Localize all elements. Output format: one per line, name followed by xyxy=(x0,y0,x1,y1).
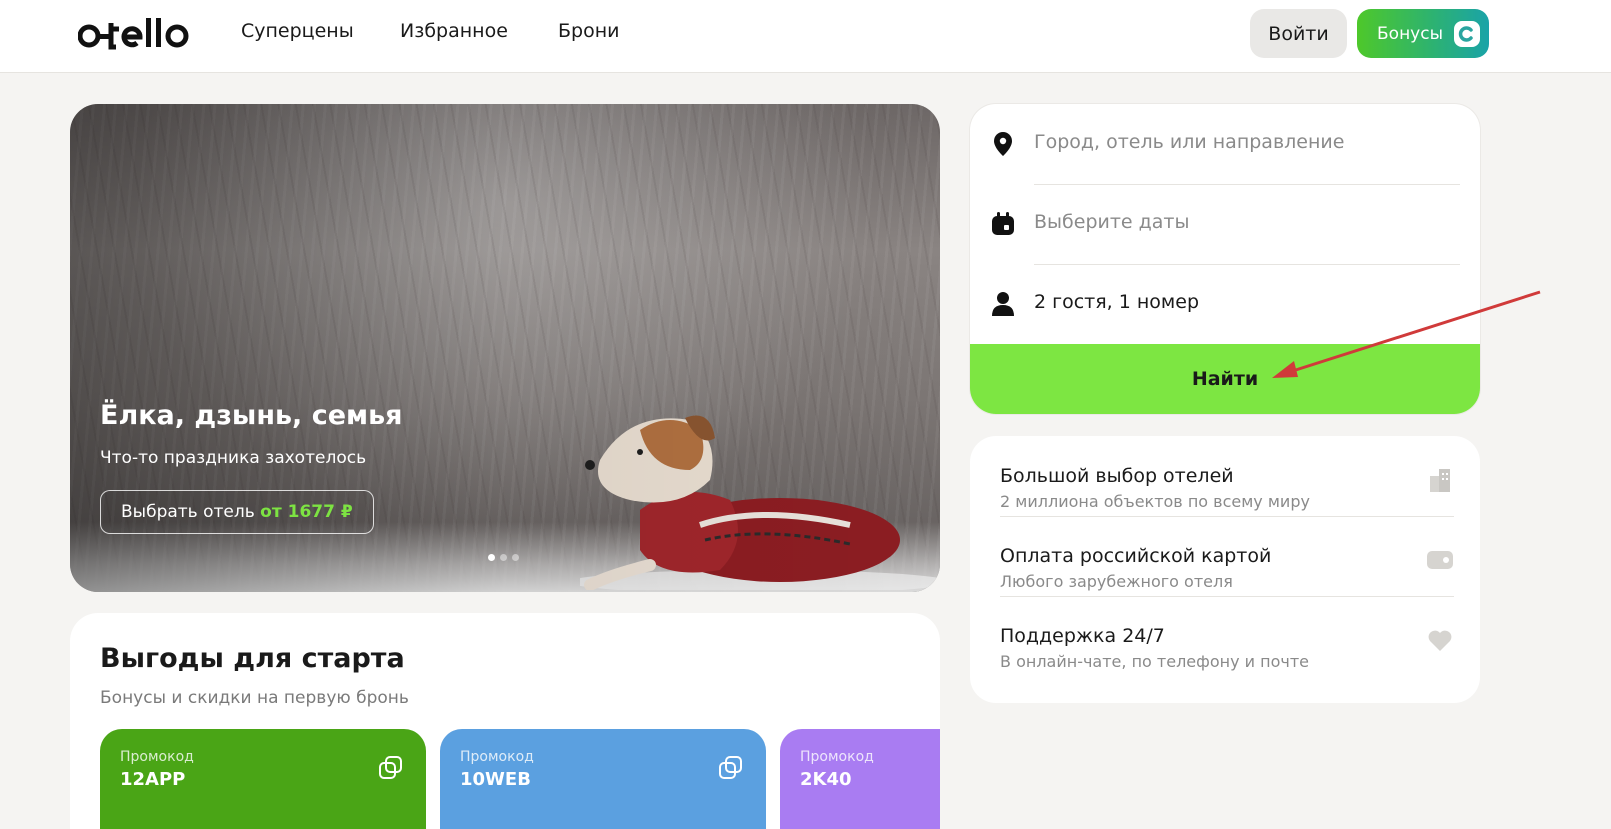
promo-label: Промокод xyxy=(460,749,534,765)
login-button[interactable]: Войти xyxy=(1250,9,1347,58)
feature-title: Поддержка 24/7 xyxy=(1000,625,1165,647)
feature-item: Большой выбор отелей 2 миллиона объектов… xyxy=(1000,436,1454,516)
hero-banner[interactable]: Ёлка, дзынь, семья Что-то праздника захо… xyxy=(70,104,940,592)
buildings-icon xyxy=(1430,469,1450,492)
bonus-c-icon xyxy=(1454,21,1480,47)
guests-field[interactable]: 2 гостя, 1 номер xyxy=(970,264,1480,344)
benefits-section: Выгоды для старта Бонусы и скидки на пер… xyxy=(70,613,940,829)
top-header: Суперцены Избранное Брони Войти Бонусы xyxy=(0,0,1611,73)
destination-input[interactable]: Город, отель или направление xyxy=(1034,131,1344,153)
promo-label: Промокод xyxy=(800,749,874,765)
copy-icon[interactable] xyxy=(718,755,744,781)
find-button[interactable]: Найти xyxy=(970,344,1480,414)
hero-subtitle: Что-то праздника захотелось xyxy=(100,448,367,468)
feature-subtitle: В онлайн-чате, по телефону и почте xyxy=(1000,652,1309,671)
cta-label: Выбрать отель xyxy=(121,502,255,522)
copy-icon[interactable] xyxy=(378,755,404,781)
promo-label: Промокод xyxy=(120,749,194,765)
carousel-dot[interactable] xyxy=(500,554,507,561)
promo-code: 12APP xyxy=(120,769,186,790)
promo-card-2k40[interactable]: Промокод 2K40 xyxy=(780,729,940,829)
bonus-button[interactable]: Бонусы xyxy=(1357,9,1489,58)
benefits-subtitle: Бонусы и скидки на первую бронь xyxy=(100,688,409,708)
destination-field[interactable]: Город, отель или направление xyxy=(970,104,1480,184)
nav-bookings[interactable]: Брони xyxy=(558,20,620,42)
nav-favorites[interactable]: Избранное xyxy=(400,20,508,42)
carousel-dot[interactable] xyxy=(488,554,495,561)
person-icon xyxy=(992,292,1014,316)
benefits-title: Выгоды для старта xyxy=(100,643,405,674)
card-icon xyxy=(1427,551,1453,569)
nav-superprices[interactable]: Суперцены xyxy=(241,20,354,42)
guests-value[interactable]: 2 гостя, 1 номер xyxy=(1034,291,1199,313)
feature-subtitle: 2 миллиона объектов по всему миру xyxy=(1000,492,1310,511)
promo-code: 10WEB xyxy=(460,769,531,790)
features-list: Большой выбор отелей 2 миллиона объектов… xyxy=(970,436,1480,703)
cta-price: от 1677 ₽ xyxy=(260,502,353,522)
choose-hotel-button[interactable]: Выбрать отель от 1677 ₽ xyxy=(100,490,374,534)
dates-input[interactable]: Выберите даты xyxy=(1034,211,1190,233)
bonus-label: Бонусы xyxy=(1377,23,1444,44)
heart-icon xyxy=(1428,630,1452,651)
calendar-icon xyxy=(992,212,1014,235)
promo-code: 2K40 xyxy=(800,769,852,790)
search-form: Город, отель или направление Выберите да… xyxy=(970,104,1480,414)
location-pin-icon xyxy=(994,132,1012,156)
hero-title: Ёлка, дзынь, семья xyxy=(100,400,403,431)
dates-field[interactable]: Выберите даты xyxy=(970,184,1480,264)
promo-card-12app[interactable]: Промокод 12APP xyxy=(100,729,426,829)
feature-title: Большой выбор отелей xyxy=(1000,465,1234,487)
feature-item: Оплата российской картой Любого зарубежн… xyxy=(1000,516,1454,596)
feature-subtitle: Любого зарубежного отеля xyxy=(1000,572,1233,591)
feature-item: Поддержка 24/7 В онлайн-чате, по телефон… xyxy=(1000,596,1454,676)
promo-card-10web[interactable]: Промокод 10WEB xyxy=(440,729,766,829)
feature-title: Оплата российской картой xyxy=(1000,545,1272,567)
carousel-dot[interactable] xyxy=(512,554,519,561)
otello-logo[interactable] xyxy=(78,15,192,51)
carousel-dots xyxy=(488,554,519,561)
